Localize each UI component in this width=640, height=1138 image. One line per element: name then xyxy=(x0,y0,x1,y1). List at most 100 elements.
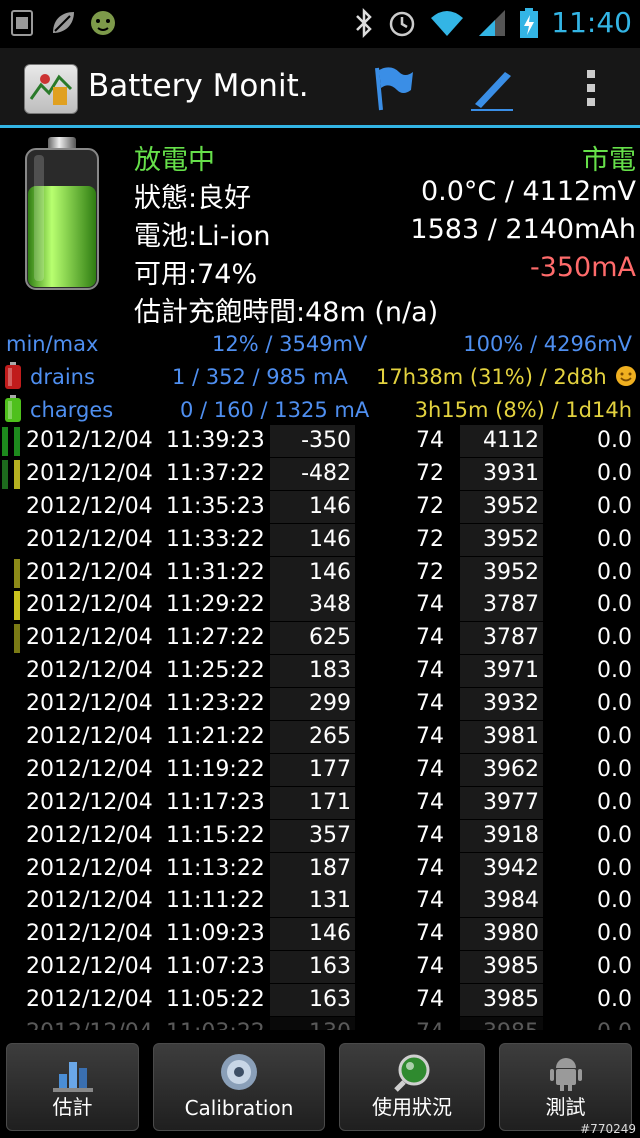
row-time: 11:35:23 xyxy=(166,493,265,519)
row-percent: 74 xyxy=(416,756,444,782)
table-row: 2012/12/04 11:31:22 146 72 3952 0.0 xyxy=(0,556,640,590)
row-time: 11:03:22 xyxy=(166,1020,265,1030)
app-logo-icon[interactable] xyxy=(24,64,78,114)
row-percent: 74 xyxy=(416,855,444,881)
row-current: 146 xyxy=(270,556,355,589)
row-date: 2012/12/04 xyxy=(26,921,153,947)
battery-type: 電池:Li-ion xyxy=(134,221,271,252)
level-indicator xyxy=(14,558,20,588)
battery-log-list[interactable]: 2012/12/04 11:39:23 -350 74 4112 0.0 2012/12/0… xyxy=(0,425,640,1030)
row-temperature: 0.0 xyxy=(560,1020,632,1030)
row-percent: 74 xyxy=(416,691,444,717)
row-temperature: 0.0 xyxy=(597,855,632,881)
row-voltage: 3942 xyxy=(460,852,543,885)
row-voltage: 3977 xyxy=(460,786,543,819)
row-voltage: 3952 xyxy=(460,523,543,556)
row-current: 625 xyxy=(270,622,355,655)
table-row: 2012/12/04 11:27:22 625 74 3787 0.0 xyxy=(0,622,640,655)
bluetooth-icon xyxy=(356,7,373,38)
row-current: 146 xyxy=(270,490,355,523)
bottom-button-bar: 估計 Calibration 使用狀況 測試 #770249 xyxy=(0,1040,640,1138)
calibration-disc-icon xyxy=(221,1054,257,1090)
calibration-button[interactable]: Calibration xyxy=(153,1043,325,1131)
row-time: 11:05:22 xyxy=(166,987,265,1013)
flag-button[interactable] xyxy=(368,62,418,114)
overflow-menu-button[interactable] xyxy=(566,62,616,114)
row-voltage: 3971 xyxy=(460,655,543,688)
row-current: 130 xyxy=(270,1017,355,1030)
level-indicator xyxy=(14,427,20,456)
usage-button[interactable]: 使用狀況 xyxy=(339,1043,485,1131)
row-time: 11:21:22 xyxy=(166,724,265,750)
row-voltage: 4112 xyxy=(460,425,543,457)
test-label: 測試 xyxy=(545,1095,586,1119)
drain-indicator xyxy=(2,427,8,456)
row-voltage: 3984 xyxy=(460,885,543,918)
row-temperature: 0.0 xyxy=(597,822,632,848)
row-time: 11:15:22 xyxy=(166,822,265,848)
table-row: 2012/12/04 11:03:22 130 74 3985 0.0 xyxy=(0,1017,640,1030)
drain-battery-icon xyxy=(5,362,21,389)
table-row: 2012/12/04 11:05:22 163 74 3985 0.0 xyxy=(0,984,640,1017)
row-date: 2012/12/04 xyxy=(26,855,153,881)
row-percent: 72 xyxy=(416,559,444,585)
row-temperature: 0.0 xyxy=(597,888,632,914)
row-voltage: 3952 xyxy=(460,490,543,523)
clock: 11:40 xyxy=(551,6,632,39)
drain-indicator xyxy=(2,723,8,752)
action-bar: Battery Monit. xyxy=(0,48,640,128)
drain-indicator xyxy=(2,657,8,686)
row-voltage: 3918 xyxy=(460,819,543,852)
drain-indicator xyxy=(2,986,8,1015)
row-percent: 74 xyxy=(380,1020,444,1030)
row-date: 2012/12/04 xyxy=(26,428,153,453)
table-row: 2012/12/04 11:37:22 -482 72 3931 0.0 xyxy=(0,457,640,491)
row-current: 348 xyxy=(270,589,355,622)
row-voltage: 3962 xyxy=(460,753,543,786)
level-indicator xyxy=(14,756,20,785)
estimate-button[interactable]: 估計 xyxy=(6,1043,139,1131)
magnifier-icon xyxy=(394,1054,430,1092)
sim-icon xyxy=(11,10,33,36)
row-time: 11:37:22 xyxy=(166,460,265,486)
row-date: 2012/12/04 xyxy=(26,987,153,1013)
row-temperature: 0.0 xyxy=(597,789,632,815)
row-time: 11:25:22 xyxy=(166,658,265,684)
calibration-label: Calibration xyxy=(184,1096,294,1120)
drain-indicator xyxy=(2,1019,8,1030)
table-row: 2012/12/04 11:19:22 177 74 3962 0.0 xyxy=(0,753,640,787)
battery-current: -350mA xyxy=(529,252,636,283)
battery-state: 放電中 xyxy=(134,145,215,176)
test-button[interactable]: 測試 xyxy=(499,1043,632,1131)
row-current: 163 xyxy=(270,951,355,984)
tiger-icon xyxy=(91,11,115,35)
row-percent: 74 xyxy=(416,987,444,1013)
edit-button[interactable] xyxy=(466,62,516,114)
row-current: 265 xyxy=(270,721,355,754)
row-current: 187 xyxy=(270,852,355,885)
row-time: 11:23:22 xyxy=(166,691,265,717)
table-row: 2012/12/04 11:39:23 -350 74 4112 0.0 xyxy=(0,425,640,458)
drain-indicator xyxy=(2,459,8,489)
level-indicator xyxy=(14,953,20,982)
level-indicator xyxy=(14,822,20,851)
row-percent: 74 xyxy=(416,954,444,980)
row-temperature: 0.0 xyxy=(597,559,632,585)
level-indicator xyxy=(14,920,20,949)
row-date: 2012/12/04 xyxy=(26,658,153,684)
row-voltage: 3787 xyxy=(460,622,543,655)
drain-indicator xyxy=(2,855,8,884)
row-date: 2012/12/04 xyxy=(26,460,153,486)
row-voltage: 3985 xyxy=(460,951,543,984)
charges-time: 3h15m (8%) / 1d14h xyxy=(414,398,632,422)
level-indicator xyxy=(14,789,20,818)
table-row: 2012/12/04 11:09:23 146 74 3980 0.0 xyxy=(0,918,640,951)
table-row: 2012/12/04 11:33:22 146 72 3952 0.0 xyxy=(0,523,640,557)
row-date: 2012/12/04 xyxy=(26,526,153,552)
row-voltage: 3985 xyxy=(460,1017,543,1030)
battery-available: 可用:74% xyxy=(134,259,258,290)
row-temperature: 0.0 xyxy=(597,592,632,618)
table-row: 2012/12/04 11:23:22 299 74 3932 0.0 xyxy=(0,688,640,721)
pencil-icon xyxy=(471,72,513,111)
row-voltage: 3952 xyxy=(460,556,543,589)
